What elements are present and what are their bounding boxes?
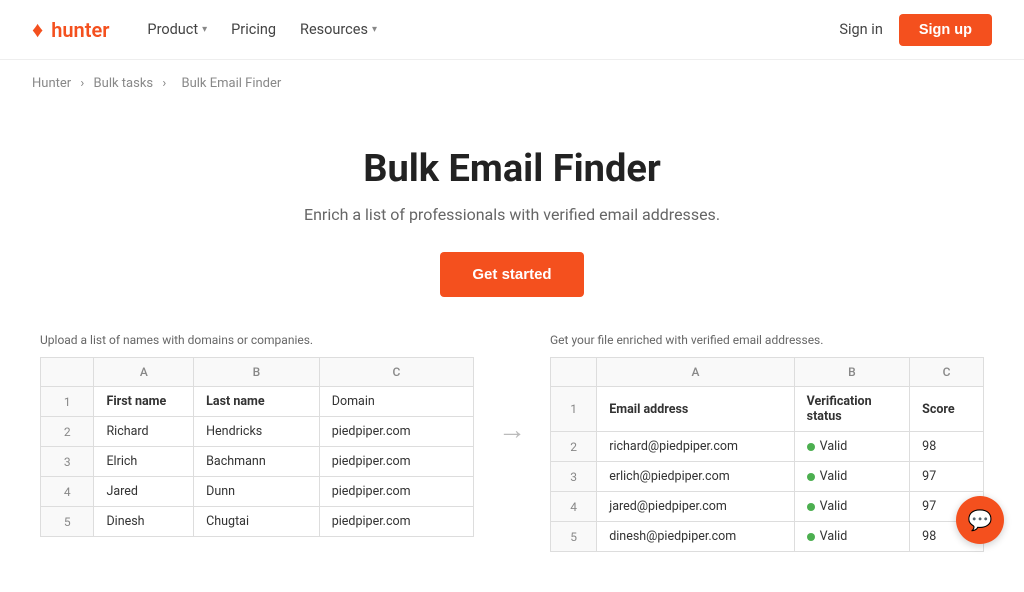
output-table: A B C 1 Email address Verification statu… <box>550 357 984 552</box>
page-title: Bulk Email Finder <box>32 147 992 191</box>
hero-subtitle: Enrich a list of professionals with veri… <box>32 205 992 224</box>
cell-a: Email address <box>597 387 794 432</box>
signup-button[interactable]: Sign up <box>899 14 992 46</box>
row-num: 4 <box>551 492 597 522</box>
navbar-right: Sign in Sign up <box>839 14 992 46</box>
col-a: A <box>94 358 194 387</box>
row-num: 1 <box>41 387 94 417</box>
cell-c: piedpiper.com <box>319 447 473 477</box>
cell-c: piedpiper.com <box>319 417 473 447</box>
arrow-right-icon: → <box>498 413 526 446</box>
breadcrumb: Hunter › Bulk tasks › Bulk Email Finder <box>0 60 1024 107</box>
logo[interactable]: ♦ hunter <box>32 17 109 43</box>
row-num: 3 <box>551 462 597 492</box>
cell-b: Last name <box>194 387 320 417</box>
cell-a: dinesh@piedpiper.com <box>597 522 794 552</box>
logo-icon: ♦ <box>32 17 43 43</box>
valid-status-icon <box>807 473 815 481</box>
navbar-left: ♦ hunter Product ▾ Pricing Resources ▾ <box>32 15 387 44</box>
nav-links: Product ▾ Pricing Resources ▾ <box>137 15 387 44</box>
breadcrumb-separator: › <box>80 76 84 91</box>
col-empty <box>551 358 597 387</box>
input-table-label: Upload a list of names with domains or c… <box>40 333 474 347</box>
table-row: 1 First name Last name Domain <box>41 387 474 417</box>
cell-a: jared@piedpiper.com <box>597 492 794 522</box>
tables-section: Upload a list of names with domains or c… <box>0 333 1024 592</box>
chat-bubble[interactable]: 💬 <box>956 496 1004 544</box>
cell-a: Elrich <box>94 447 194 477</box>
col-c: C <box>319 358 473 387</box>
cell-b: Chugtai <box>194 507 320 537</box>
nav-product[interactable]: Product ▾ <box>137 15 217 44</box>
cell-a: Richard <box>94 417 194 447</box>
nav-product-label: Product <box>147 21 198 38</box>
cell-b: Verification status <box>794 387 910 432</box>
chevron-down-icon: ▾ <box>372 24 377 35</box>
valid-status-icon <box>807 533 815 541</box>
table-row: 5 dinesh@piedpiper.com Valid 98 <box>551 522 984 552</box>
table-row: 4 Jared Dunn piedpiper.com <box>41 477 474 507</box>
row-num: 2 <box>551 432 597 462</box>
nav-resources[interactable]: Resources ▾ <box>290 15 387 44</box>
table-row: 3 erlich@piedpiper.com Valid 97 <box>551 462 984 492</box>
cell-a: erlich@piedpiper.com <box>597 462 794 492</box>
col-empty <box>41 358 94 387</box>
cell-c: piedpiper.com <box>319 477 473 507</box>
table-row: 2 Richard Hendricks piedpiper.com <box>41 417 474 447</box>
cell-a: First name <box>94 387 194 417</box>
chevron-down-icon: ▾ <box>202 24 207 35</box>
cell-c: Domain <box>319 387 473 417</box>
cell-a: Dinesh <box>94 507 194 537</box>
chat-icon: 💬 <box>968 508 993 532</box>
hero-section: Bulk Email Finder Enrich a list of profe… <box>0 107 1024 333</box>
valid-status-icon <box>807 503 815 511</box>
row-num: 5 <box>41 507 94 537</box>
row-num: 3 <box>41 447 94 477</box>
col-b: B <box>794 358 910 387</box>
valid-status-icon <box>807 443 815 451</box>
cell-b: Hendricks <box>194 417 320 447</box>
table-row: 4 jared@piedpiper.com Valid 97 <box>551 492 984 522</box>
cell-b: Dunn <box>194 477 320 507</box>
cell-b: Valid <box>794 432 910 462</box>
row-num: 4 <box>41 477 94 507</box>
cell-b: Bachmann <box>194 447 320 477</box>
nav-resources-label: Resources <box>300 21 368 38</box>
cell-b: Valid <box>794 522 910 552</box>
cell-c: 98 <box>910 432 984 462</box>
breadcrumb-home[interactable]: Hunter <box>32 76 71 91</box>
col-c: C <box>910 358 984 387</box>
table-row: 1 Email address Verification status Scor… <box>551 387 984 432</box>
input-table: A B C 1 First name Last name Domain 2 Ri… <box>40 357 474 537</box>
cell-b: Valid <box>794 462 910 492</box>
signin-button[interactable]: Sign in <box>839 21 882 38</box>
navbar: ♦ hunter Product ▾ Pricing Resources ▾ S… <box>0 0 1024 60</box>
table-row: 2 richard@piedpiper.com Valid 98 <box>551 432 984 462</box>
row-num: 5 <box>551 522 597 552</box>
cell-c: 97 <box>910 462 984 492</box>
output-table-block: Get your file enriched with verified ema… <box>550 333 984 552</box>
cell-c: Score <box>910 387 984 432</box>
breadcrumb-bulk-tasks[interactable]: Bulk tasks <box>94 76 154 91</box>
get-started-button[interactable]: Get started <box>440 252 583 297</box>
table-row: 3 Elrich Bachmann piedpiper.com <box>41 447 474 477</box>
breadcrumb-separator: › <box>162 76 166 91</box>
cell-b: Valid <box>794 492 910 522</box>
row-num: 2 <box>41 417 94 447</box>
nav-pricing-label: Pricing <box>231 21 276 38</box>
output-table-label: Get your file enriched with verified ema… <box>550 333 984 347</box>
cell-a: Jared <box>94 477 194 507</box>
cell-a: richard@piedpiper.com <box>597 432 794 462</box>
logo-text: hunter <box>51 18 109 42</box>
row-num: 1 <box>551 387 597 432</box>
nav-pricing[interactable]: Pricing <box>221 15 286 44</box>
input-table-block: Upload a list of names with domains or c… <box>40 333 474 537</box>
breadcrumb-current: Bulk Email Finder <box>182 76 282 91</box>
table-row: 5 Dinesh Chugtai piedpiper.com <box>41 507 474 537</box>
col-a: A <box>597 358 794 387</box>
col-b: B <box>194 358 320 387</box>
arrow-block: → <box>474 413 550 446</box>
cell-c: piedpiper.com <box>319 507 473 537</box>
